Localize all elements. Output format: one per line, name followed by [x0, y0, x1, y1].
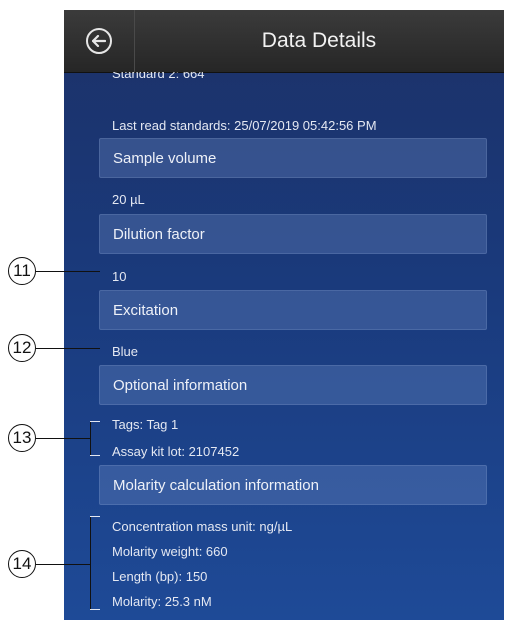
- callout-14-bracket-bottom: [90, 609, 100, 610]
- section-dilution-factor: Dilution factor: [99, 214, 487, 254]
- tags-text: Tags: Tag 1: [112, 417, 179, 432]
- section-excitation: Excitation: [99, 290, 487, 330]
- callout-13: 13: [8, 424, 36, 452]
- header-bar: Data Details: [64, 10, 504, 73]
- callout-11: 11: [8, 257, 36, 285]
- callout-14-leader: [36, 564, 90, 565]
- callout-13-leader: [36, 438, 90, 439]
- section-sample-volume: Sample volume: [99, 138, 487, 178]
- callout-14-bracket: [90, 516, 91, 610]
- device-screen: Data Details Standard 2: 664 Last read s…: [64, 10, 504, 620]
- section-molarity-calculation: Molarity calculation information: [99, 465, 487, 505]
- callout-13-bracket-top: [90, 421, 100, 422]
- details-content[interactable]: Standard 2: 664 Last read standards: 25/…: [64, 72, 504, 620]
- callout-13-bracket-bottom: [90, 455, 100, 456]
- callout-14-bracket-top: [90, 516, 100, 517]
- section-optional-information: Optional information: [99, 365, 487, 405]
- page-title: Data Details: [261, 29, 377, 52]
- standard-2-text: Standard 2: 664: [112, 72, 205, 81]
- assay-kit-lot-text: Assay kit lot: 2107452: [112, 444, 240, 459]
- sample-volume-value: 20 µL: [112, 192, 145, 207]
- callout-14: 14: [8, 550, 36, 578]
- molarity-text: Molarity: 25.3 nM: [112, 594, 212, 609]
- length-bp-text: Length (bp): 150: [112, 569, 208, 584]
- molarity-weight-text: Molarity weight: 660: [112, 544, 228, 559]
- callout-13-bracket: [90, 421, 91, 456]
- callout-11-leader: [36, 271, 100, 272]
- callout-12-leader: [36, 348, 100, 349]
- back-arrow-icon: [86, 28, 112, 54]
- excitation-value: Blue: [112, 344, 139, 359]
- back-button[interactable]: [64, 10, 135, 72]
- dilution-factor-value: 10: [112, 269, 127, 284]
- callout-12: 12: [8, 334, 36, 362]
- concentration-mass-unit-text: Concentration mass unit: ng/µL: [112, 519, 293, 534]
- last-read-standards-text: Last read standards: 25/07/2019 05:42:56…: [112, 118, 377, 133]
